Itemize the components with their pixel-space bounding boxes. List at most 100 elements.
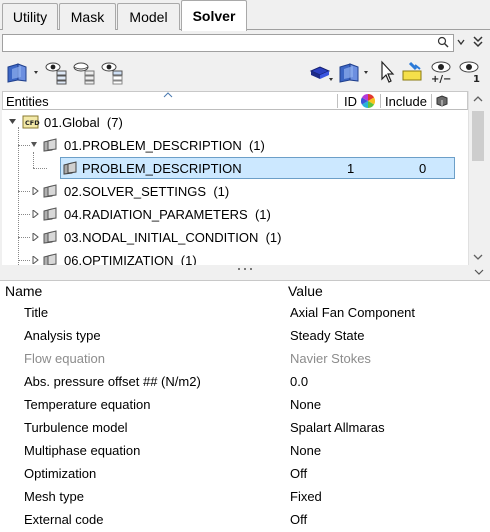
property-value[interactable]: 0.0	[290, 374, 308, 389]
splitter-grip-icon[interactable]	[236, 267, 254, 271]
tab-utility[interactable]: Utility	[2, 3, 58, 30]
property-name: Flow equation	[24, 351, 105, 366]
expand-toggle-icon[interactable]	[8, 117, 17, 126]
collapse-toggle-icon[interactable]	[31, 210, 39, 218]
entity-include-value: 0	[419, 161, 427, 176]
highlight-icon[interactable]	[400, 59, 426, 85]
panel-splitter[interactable]	[0, 265, 490, 280]
tree-node-label: 04.RADIATION_PARAMETERS (1)	[64, 207, 271, 222]
id-column-header[interactable]: ID	[344, 92, 357, 110]
component-group-icon	[43, 138, 57, 152]
column-separator[interactable]	[380, 94, 381, 108]
entities-column-header[interactable]: Entities	[6, 92, 49, 110]
tab-model[interactable]: Model	[117, 3, 180, 30]
expand-toggle-icon[interactable]	[30, 141, 38, 149]
sort-ascending-icon	[163, 92, 173, 98]
name-column-header: Name	[5, 283, 43, 299]
show-entity-icon[interactable]	[44, 59, 70, 85]
tree-row-global[interactable]: CFD 01.Global (7)	[2, 111, 468, 134]
column-separator[interactable]	[337, 94, 338, 108]
entity-id-value: 1	[347, 161, 355, 176]
solid-cube-icon[interactable]	[436, 95, 448, 107]
search-icon[interactable]	[437, 36, 449, 48]
property-value[interactable]: Axial Fan Component	[290, 305, 415, 320]
entities-header: Entities ID Include	[2, 91, 468, 110]
global-folder-icon: CFD	[22, 115, 40, 129]
pointer-icon[interactable]	[376, 59, 398, 85]
scroll-down-icon[interactable]	[473, 253, 483, 261]
property-name: External code	[24, 512, 104, 527]
collapse-toggle-icon[interactable]	[31, 187, 39, 195]
tree-row-radiation-parameters[interactable]: 04.RADIATION_PARAMETERS (1)	[2, 203, 468, 226]
column-separator[interactable]	[431, 94, 432, 108]
include-column-header[interactable]: Include	[385, 92, 427, 110]
property-value[interactable]: None	[290, 397, 321, 412]
tree-row-problem-description-group[interactable]: 01.PROBLEM_DESCRIPTION (1)	[2, 134, 468, 157]
double-chevron-down-icon[interactable]	[472, 35, 484, 49]
value-column-header: Value	[288, 283, 323, 299]
collapse-toggle-icon[interactable]	[31, 233, 39, 241]
chevron-down-icon[interactable]	[474, 268, 484, 276]
property-name: Analysis type	[24, 328, 101, 343]
property-value[interactable]: None	[290, 443, 321, 458]
collapse-toggle-icon[interactable]	[31, 256, 39, 264]
shape-icon[interactable]	[308, 59, 334, 85]
tree-row-problem-description[interactable]: PROBLEM_DESCRIPTION 1 0	[2, 157, 468, 180]
properties-header: Name Value	[0, 281, 490, 301]
component-group-icon	[43, 253, 57, 265]
tree-node-label: 02.SOLVER_SETTINGS (1)	[64, 184, 230, 199]
isolate-entity-icon[interactable]	[100, 59, 126, 85]
tree-scrollbar[interactable]	[468, 91, 486, 265]
property-value[interactable]: Steady State	[290, 328, 364, 343]
property-name: Title	[24, 305, 49, 320]
svg-text:CFD: CFD	[25, 119, 40, 127]
property-value[interactable]: Off	[290, 512, 307, 527]
property-row[interactable]: Mesh type Fixed	[0, 486, 490, 509]
tree-node-label: 06.OPTIMIZATION (1)	[64, 253, 197, 265]
property-row[interactable]: External code Off	[0, 509, 490, 532]
property-name: Temperature equation	[24, 397, 151, 412]
property-row[interactable]: Optimization Off	[0, 463, 490, 486]
property-name: Abs. pressure offset ## (N/m2)	[24, 374, 201, 389]
entity-selection-icon[interactable]	[336, 59, 374, 85]
scrollbar-thumb[interactable]	[472, 111, 484, 161]
tree-row-solver-settings[interactable]: 02.SOLVER_SETTINGS (1)	[2, 180, 468, 203]
property-row[interactable]: Multiphase equation None	[0, 440, 490, 463]
property-value: Navier Stokes	[290, 351, 371, 366]
property-row: Flow equation Navier Stokes	[0, 348, 490, 371]
property-name: Turbulence model	[24, 420, 128, 435]
property-row[interactable]: Analysis type Steady State	[0, 325, 490, 348]
tree-node-label: PROBLEM_DESCRIPTION	[82, 161, 242, 176]
hide-entity-icon[interactable]	[72, 59, 98, 85]
entity-type-icon[interactable]	[4, 59, 42, 85]
scroll-up-icon[interactable]	[473, 95, 483, 103]
component-icon	[63, 161, 77, 175]
property-row[interactable]: Title Axial Fan Component	[0, 302, 490, 325]
tree-row-optimization[interactable]: 06.OPTIMIZATION (1)	[2, 249, 468, 265]
show-one-icon[interactable]: 1	[456, 59, 482, 85]
color-wheel-icon[interactable]	[361, 94, 375, 108]
component-group-icon	[43, 230, 57, 244]
property-name: Mesh type	[24, 489, 84, 504]
entity-tree: CFD 01.Global (7) 01.PROBLEM_DESCRIPTION…	[2, 110, 468, 265]
properties-table: Name Value Title Axial Fan Component Analy…	[0, 280, 490, 532]
property-value[interactable]: Off	[290, 466, 307, 481]
property-value[interactable]: Fixed	[290, 489, 322, 504]
tab-mask[interactable]: Mask	[59, 3, 116, 30]
property-row[interactable]: Temperature equation None	[0, 394, 490, 417]
component-group-icon	[43, 207, 57, 221]
show-hide-plus-minus-icon[interactable]: +/−	[428, 59, 454, 85]
search-input[interactable]	[2, 34, 454, 52]
property-name: Optimization	[24, 466, 97, 481]
chevron-down-icon[interactable]	[457, 37, 465, 47]
tab-solver[interactable]: Solver	[181, 0, 247, 31]
property-row[interactable]: Abs. pressure offset ## (N/m2) 0.0	[0, 371, 490, 394]
property-value[interactable]: Spalart Allmaras	[290, 420, 385, 435]
plus-minus-label: +/−	[431, 74, 451, 85]
tree-node-label: 03.NODAL_INITIAL_CONDITION (1)	[64, 230, 282, 245]
search-row	[0, 32, 490, 54]
tree-row-nodal-initial-condition[interactable]: 03.NODAL_INITIAL_CONDITION (1)	[2, 226, 468, 249]
tree-node-label: 01.Global (7)	[44, 115, 123, 130]
tab-bar: Utility Mask Model Solver	[0, 0, 490, 31]
property-row[interactable]: Turbulence model Spalart Allmaras	[0, 417, 490, 440]
